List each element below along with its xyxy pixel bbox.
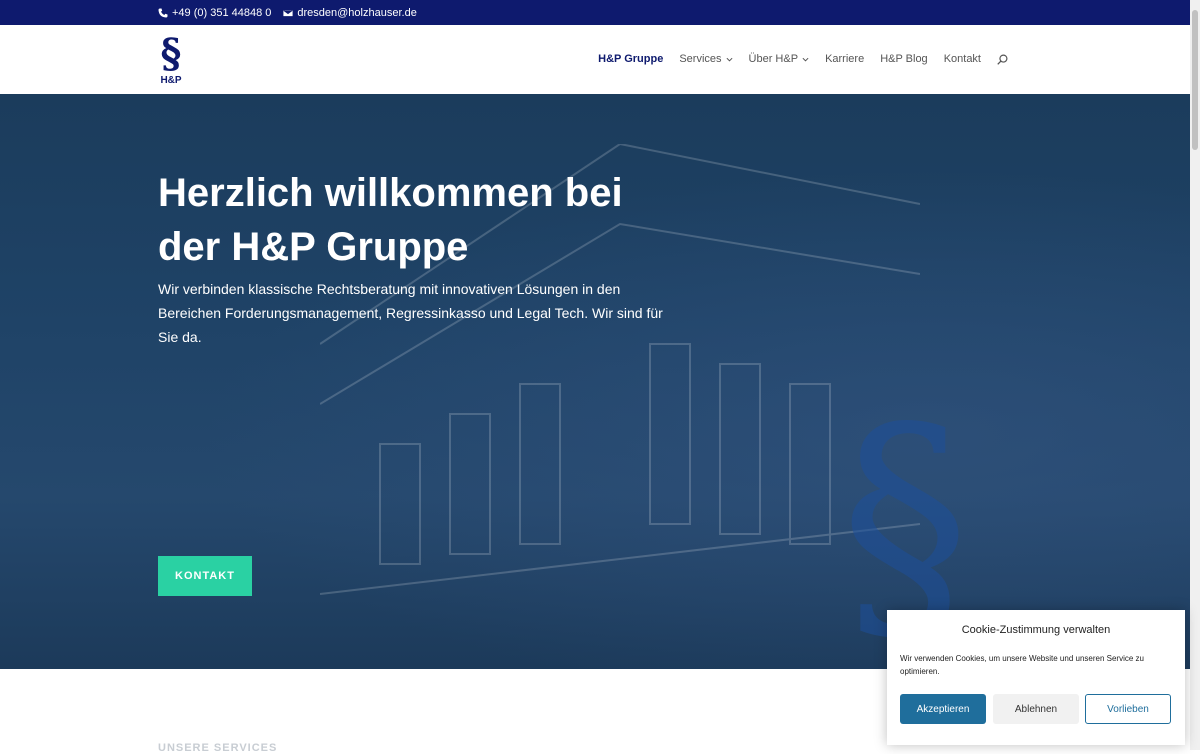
nav-item-label: Über H&P [748, 53, 799, 65]
logo[interactable]: § H&P [158, 33, 184, 89]
services-section-label: UNSERE SERVICES [158, 742, 278, 754]
chevron-down-icon [802, 57, 809, 62]
nav-item-label: Karriere [825, 53, 865, 65]
scrollbar-thumb[interactable] [1192, 10, 1198, 150]
cookie-consent-dialog: Cookie-Zustimmung verwalten Wir verwende… [887, 610, 1185, 745]
hero-title: Herzlich willkommen bei der H&P Gruppe [158, 166, 678, 274]
cookie-preferences-button[interactable]: Vorlieben [1085, 694, 1171, 724]
email-address: dresden@holzhauser.de [297, 7, 417, 19]
nav-item-label: Services [679, 53, 722, 65]
top-bar: +49 (0) 351 44848 0 dresden@holzhauser.d… [0, 0, 1190, 25]
nav-item-hp-gruppe[interactable]: H&P Gruppe [590, 53, 671, 65]
hero-title-line2: der H&P Gruppe [158, 225, 469, 269]
kontakt-button[interactable]: KONTAKT [158, 556, 252, 596]
nav-item-services[interactable]: Services [671, 53, 740, 65]
nav-item-label: H&P Gruppe [598, 53, 664, 65]
scrollbar[interactable] [1190, 0, 1200, 750]
email-link[interactable]: dresden@holzhauser.de [283, 7, 417, 19]
paragraph-logo-icon: § [160, 30, 182, 77]
logo-text: H&P [160, 75, 182, 86]
cookie-message: Wir verwenden Cookies, um unsere Website… [900, 654, 1144, 676]
main-nav: H&P Gruppe Services Über H&P Karriere H&… [590, 53, 1008, 65]
search-icon [997, 54, 1008, 65]
phone-number: +49 (0) 351 44848 0 [172, 7, 272, 19]
nav-item-kontakt[interactable]: Kontakt [936, 53, 989, 65]
deny-cookies-button[interactable]: Ablehnen [993, 694, 1079, 724]
hero-text: Wir verbinden klassische Rechtsberatung … [158, 281, 663, 345]
search-button[interactable] [989, 53, 1008, 65]
phone-link[interactable]: +49 (0) 351 44848 0 [158, 7, 271, 19]
mail-icon [283, 9, 294, 17]
accept-cookies-button[interactable]: Akzeptieren [900, 694, 986, 724]
nav-item-karriere[interactable]: Karriere [817, 53, 872, 65]
hero-section: § Herzlich willkommen bei der H&P Gruppe… [0, 94, 1190, 669]
hero-title-line1: Herzlich willkommen bei [158, 171, 623, 215]
phone-icon [158, 8, 168, 18]
nav-item-label: Kontakt [943, 53, 981, 65]
nav-item-label: H&P Blog [880, 53, 928, 65]
site-header: § H&P H&P Gruppe Services Über H&P Karri… [0, 25, 1190, 95]
nav-item-ueber-hp[interactable]: Über H&P [741, 53, 818, 65]
chevron-down-icon [726, 57, 733, 62]
nav-item-blog[interactable]: H&P Blog [872, 53, 936, 65]
cookie-title: Cookie-Zustimmung verwalten [961, 624, 1111, 636]
